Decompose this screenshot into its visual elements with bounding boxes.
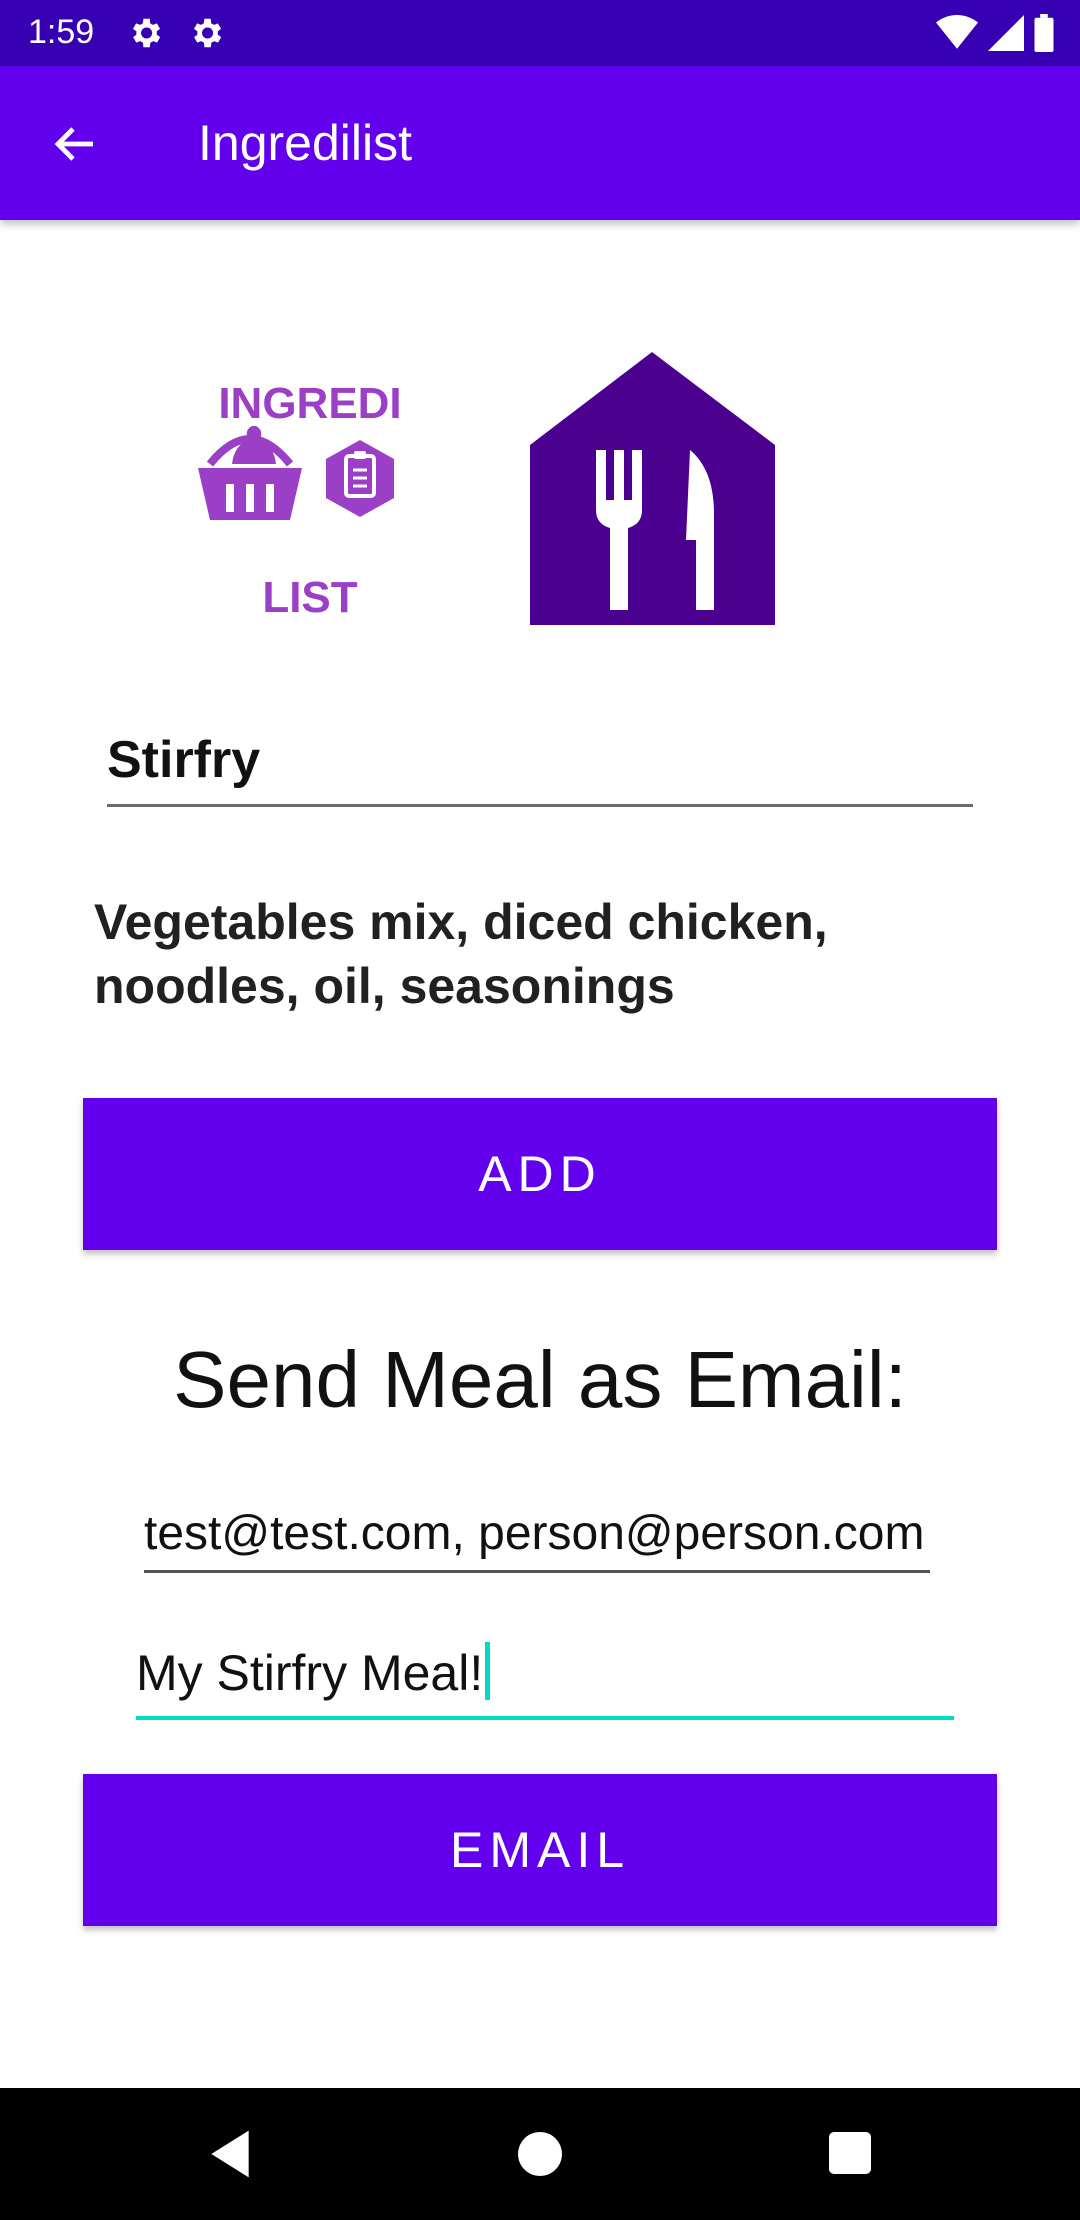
add-button[interactable]: ADD [83, 1098, 997, 1250]
status-time: 1:59 [28, 13, 95, 51]
basket-icon [198, 426, 302, 520]
clipboard-icon [326, 440, 394, 517]
email-button[interactable]: EMAIL [83, 1774, 997, 1926]
battery-icon [1034, 14, 1054, 52]
app-title: Ingredilist [198, 115, 412, 171]
settings-icon [132, 18, 161, 48]
nav-recents-icon[interactable] [829, 2132, 871, 2174]
recipients-value: test@test.com, person@person.com [144, 1507, 925, 1560]
ingredients-text: Vegetables mix, diced chicken, noodles, … [94, 894, 828, 1014]
fork-knife-house-icon [530, 352, 775, 625]
app-bar: Ingredilist [0, 66, 1080, 220]
navigation-bar [0, 2088, 1080, 2220]
status-bar: 1:59 [0, 0, 1080, 66]
back-button[interactable] [40, 109, 110, 179]
recipients-input[interactable]: test@test.com, person@person.com [144, 1502, 930, 1573]
ingredilist-logo: INGREDI LIST [198, 380, 402, 620]
svg-text:LIST: LIST [262, 573, 357, 620]
svg-text:INGREDI: INGREDI [218, 380, 401, 428]
email-heading: Send Meal as Email: [173, 1335, 907, 1424]
text-cursor [485, 1642, 491, 1700]
subject-input[interactable]: My Stirfry Meal! [136, 1638, 954, 1720]
arrow-back-icon [54, 127, 93, 161]
meal-name-input[interactable]: Stirfry [107, 724, 973, 807]
wifi-icon [936, 15, 978, 49]
settings-icon [193, 18, 222, 48]
subject-value: My Stirfry Meal! [136, 1645, 484, 1701]
nav-back-icon[interactable] [202, 2126, 258, 2182]
signal-icon [988, 15, 1024, 51]
nav-home-icon[interactable] [518, 2132, 562, 2176]
